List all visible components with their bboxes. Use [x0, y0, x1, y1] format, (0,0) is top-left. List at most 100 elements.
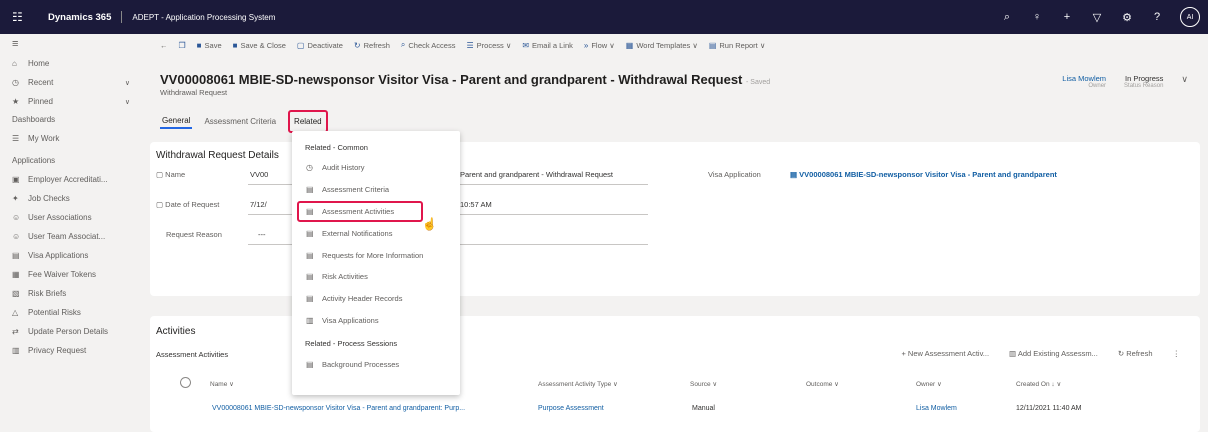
- help-icon[interactable]: ?: [1150, 11, 1164, 23]
- sidebar-header-dashboards: Dashboards: [12, 115, 56, 124]
- date-label: ▢ Date of Request: [156, 200, 220, 209]
- save-close-label: Save & Close: [240, 40, 286, 50]
- search-icon[interactable]: ⌕: [1000, 11, 1014, 24]
- menu-item-assessment-criteria[interactable]: ▤ Assessment Criteria: [292, 179, 460, 201]
- lightbulb-icon[interactable]: ♀: [1030, 11, 1044, 23]
- settings-icon[interactable]: ⚙: [1120, 11, 1134, 24]
- word-templates-button[interactable]: ▦ Word Templates ∨: [626, 41, 698, 50]
- open-record-button[interactable]: ❐: [179, 41, 186, 50]
- name-value-end[interactable]: Parent and grandparent - Withdrawal Requ…: [460, 170, 613, 179]
- plus-icon[interactable]: +: [1060, 11, 1074, 23]
- column-header-name[interactable]: Name ∨: [210, 380, 234, 388]
- report-icon: ▤: [708, 40, 717, 50]
- word-templates-label: Word Templates ∨: [636, 40, 698, 50]
- entity-icon: ▣: [12, 175, 20, 184]
- menu-section-process-sessions: Related - Process Sessions: [305, 338, 398, 348]
- menu-item-audit-history[interactable]: ◷ Audit History: [292, 157, 460, 179]
- menu-section-common: Related - Common: [305, 142, 368, 152]
- command-bar: ← ❐ ■ Save ■ Save & Close ▢ Deactivate ↻ Ref…: [150, 34, 1208, 56]
- menu-item-visa-applications[interactable]: ▥ Visa Applications: [292, 310, 460, 332]
- select-all-radio[interactable]: [180, 377, 191, 388]
- check-access-button[interactable]: ⌕ Check Access: [401, 40, 456, 50]
- list-icon: ☰: [12, 134, 20, 143]
- sidebar-item-potential-risks[interactable]: △ Potential Risks: [0, 303, 150, 322]
- menu-item-background-processes[interactable]: ▤ Background Processes: [292, 353, 460, 375]
- column-header-owner[interactable]: Owner ∨: [916, 380, 942, 388]
- sidebar-item-job-checks[interactable]: ✦ Job Checks: [0, 189, 150, 208]
- name-value-start[interactable]: VV00: [250, 170, 268, 179]
- column-header-type[interactable]: Assessment Activity Type ∨: [538, 380, 618, 388]
- sidebar-item-fee-waiver-tokens[interactable]: ▦ Fee Waiver Tokens: [0, 265, 150, 284]
- date-value[interactable]: 7/12/: [250, 200, 267, 209]
- run-report-button[interactable]: ▤ Run Report ∨: [709, 41, 766, 50]
- owner-value[interactable]: Lisa Mowlem: [1062, 74, 1106, 83]
- expand-header-icon[interactable]: ∨: [1181, 74, 1188, 89]
- menu-item-label: Requests for More Information: [322, 250, 424, 260]
- sidebar-item-privacy-request[interactable]: ▥ Privacy Request: [0, 341, 150, 360]
- process-button[interactable]: ☰ Process ∨: [466, 41, 511, 50]
- tab-related[interactable]: Related: [288, 110, 328, 133]
- menu-item-assessment-activities[interactable]: ▤ Assessment Activities: [297, 200, 423, 223]
- menu-item-requests-for-more-information[interactable]: ▤ Requests for More Information: [292, 244, 460, 266]
- tab-assessment-criteria[interactable]: Assessment Criteria: [202, 115, 278, 128]
- deactivate-button[interactable]: ▢ Deactivate: [297, 41, 343, 50]
- save-icon: ■: [196, 40, 202, 50]
- top-bar: ☷ Dynamics 365 ADEPT - Application Proce…: [0, 0, 1208, 34]
- form-tabs: General Assessment Criteria Related: [160, 110, 328, 133]
- sidebar-item-recent[interactable]: ◷ Recent ∨: [0, 73, 150, 92]
- back-icon[interactable]: ←: [160, 41, 168, 50]
- column-header-outcome[interactable]: Outcome ∨: [806, 380, 839, 388]
- sidebar-item-user-team-associations[interactable]: ☺ User Team Associat...: [0, 227, 150, 246]
- app-name[interactable]: ADEPT - Application Processing System: [132, 13, 275, 22]
- refresh-button[interactable]: ↻ Refresh: [354, 41, 390, 50]
- email-link-button[interactable]: ✉ Email a Link: [522, 41, 573, 50]
- menu-item-activity-header-records[interactable]: ▤ Activity Header Records: [292, 288, 460, 310]
- entity-icon: ▤: [306, 272, 314, 282]
- save-button[interactable]: ■ Save: [197, 41, 222, 50]
- filter-icon[interactable]: ▽: [1090, 11, 1104, 24]
- menu-icon[interactable]: ≡: [0, 34, 150, 54]
- tab-general[interactable]: General: [160, 114, 193, 129]
- entity-icon: ▤: [12, 251, 20, 260]
- chevron-down-icon[interactable]: ∨: [125, 98, 130, 106]
- more-icon[interactable]: ⋮: [1173, 349, 1181, 358]
- save-label: Save: [204, 40, 222, 50]
- save-close-button[interactable]: ■ Save & Close: [233, 41, 286, 50]
- menu-item-risk-activities[interactable]: ▤ Risk Activities: [292, 266, 460, 288]
- sidebar: ≡ ⌂ Home ◷ Recent ∨ ★ Pinned ∨ Dashboard…: [0, 34, 150, 432]
- row-type-link[interactable]: Purpose Assessment: [538, 405, 604, 412]
- new-activity-button[interactable]: + New Assessment Activ...: [901, 349, 989, 358]
- flow-button[interactable]: » Flow ∨: [584, 41, 615, 50]
- status-label: Status Reason: [1124, 83, 1164, 89]
- column-header-created[interactable]: Created On ↓ ∨: [1016, 380, 1061, 388]
- app-launcher-icon[interactable]: ☷: [12, 10, 32, 24]
- sidebar-item-home[interactable]: ⌂ Home: [0, 54, 150, 73]
- add-existing-button[interactable]: ▥ Add Existing Assessm...: [1009, 349, 1098, 358]
- sidebar-item-user-associations[interactable]: ☺ User Associations: [0, 208, 150, 227]
- reason-value[interactable]: ---: [258, 230, 266, 239]
- refresh-grid-button[interactable]: ↻ Refresh: [1118, 349, 1153, 358]
- sidebar-item-risk-briefs[interactable]: ▧ Risk Briefs: [0, 284, 150, 303]
- sidebar-item-label: My Work: [28, 134, 60, 143]
- avatar[interactable]: AI: [1180, 7, 1200, 27]
- entity-icon: ▥: [306, 315, 314, 325]
- row-owner-link[interactable]: Lisa Mowlem: [916, 405, 957, 412]
- sidebar-item-my-work[interactable]: ☰ My Work: [0, 129, 150, 148]
- menu-item-label: Visa Applications: [322, 315, 379, 325]
- visa-lookup-link[interactable]: ▤ VV00008061 MBIE-SD-newsponsor Visitor …: [790, 170, 1057, 179]
- row-name-link[interactable]: VV00008061 MBIE-SD-newsponsor Visitor Vi…: [212, 405, 465, 412]
- process-icon: ☰: [466, 40, 474, 50]
- sidebar-item-pinned[interactable]: ★ Pinned ∨: [0, 92, 150, 111]
- brand-title[interactable]: Dynamics 365: [48, 12, 111, 23]
- sidebar-item-update-person-details[interactable]: ⇄ Update Person Details: [0, 322, 150, 341]
- sidebar-item-employer-accreditation[interactable]: ▣ Employer Accreditati...: [0, 170, 150, 189]
- popout-icon: ❐: [178, 40, 186, 50]
- user-icon: ☺: [12, 213, 21, 222]
- sidebar-item-visa-applications[interactable]: ▤ Visa Applications: [0, 246, 150, 265]
- entity-icon: ▤: [306, 250, 314, 260]
- column-header-source[interactable]: Source ∨: [690, 380, 717, 388]
- owner-field[interactable]: Lisa Mowlem Owner: [1062, 74, 1106, 89]
- sidebar-item-label: Pinned: [28, 97, 53, 106]
- chevron-down-icon[interactable]: ∨: [125, 79, 130, 87]
- time-value[interactable]: 10:57 AM: [460, 200, 492, 209]
